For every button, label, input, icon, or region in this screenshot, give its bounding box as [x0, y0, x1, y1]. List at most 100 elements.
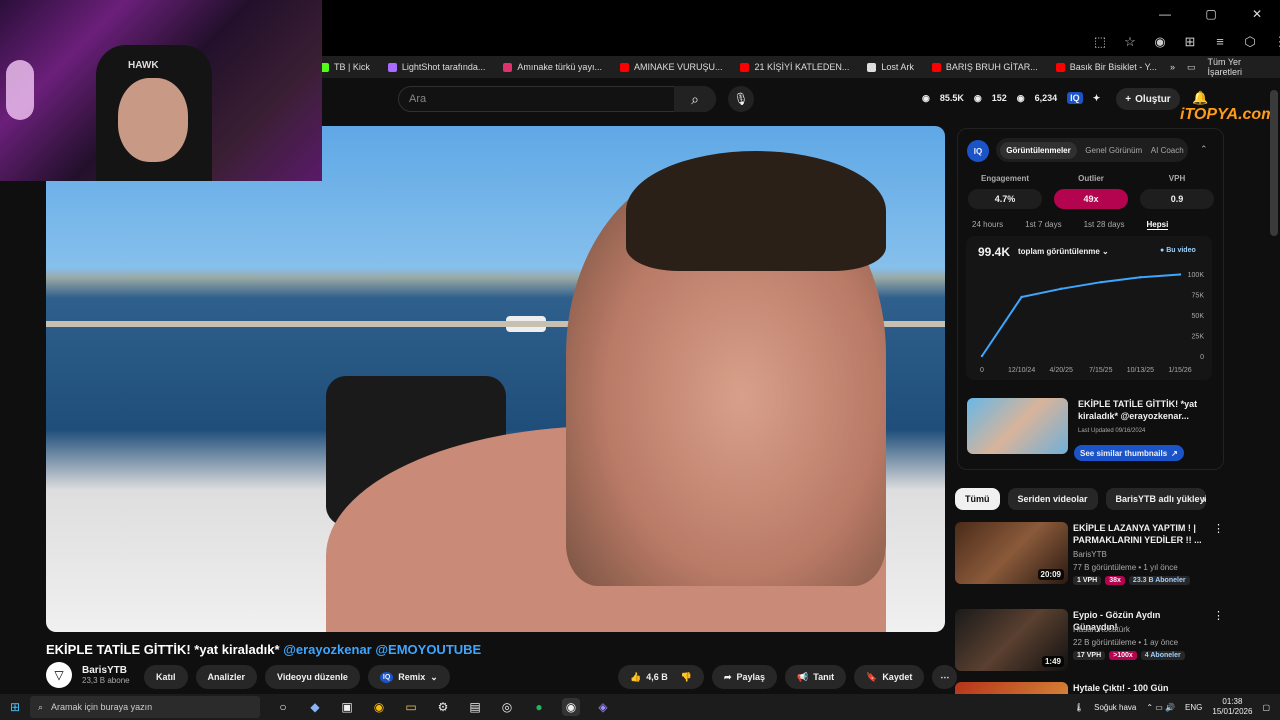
bookmark-item[interactable]: BARIŞ BRUH GİTAR...: [931, 62, 1038, 72]
channel-avatar[interactable]: ▽: [46, 662, 72, 688]
range-24h[interactable]: 24 hours: [972, 220, 1003, 230]
explorer-icon[interactable]: ▭: [402, 698, 420, 716]
bookmark-label: Amınake türkü yayı...: [517, 62, 602, 72]
more-actions-button[interactable]: ⋯: [932, 665, 958, 689]
bell-icon[interactable]: 🔔: [1192, 90, 1208, 106]
spotify-icon[interactable]: ●: [530, 698, 548, 716]
rec-meta: 22 B görüntüleme • 1 ay önce: [1073, 638, 1179, 647]
search-icon: ⌕: [691, 90, 699, 107]
language[interactable]: ENG: [1185, 703, 1202, 712]
range-7d[interactable]: 1st 7 days: [1025, 220, 1061, 230]
weather-text[interactable]: Soğuk hava: [1094, 703, 1136, 712]
video-title-tags[interactable]: @erayozkenar @EMOYOUTUBE: [283, 642, 481, 657]
bookmark-star-icon[interactable]: ☆: [1120, 34, 1140, 50]
discord-icon[interactable]: ◈: [594, 698, 612, 716]
edit-video-button[interactable]: Videoyu düzenle: [265, 665, 360, 689]
rec-thumbnail[interactable]: 20:09: [955, 522, 1068, 584]
chrome-active-icon[interactable]: ◉: [562, 698, 580, 716]
profile-icon[interactable]: ⬡: [1240, 34, 1260, 50]
more-icon[interactable]: ⋮: [1213, 609, 1224, 622]
metric-selector[interactable]: toplam görüntülenme ⌄: [1018, 247, 1109, 256]
all-bookmarks-button[interactable]: Tüm Yer İşaretleri: [1208, 57, 1270, 77]
list-item[interactable]: 20:09 EKİPLE LAZANYA YAPTIM ! | PARMAKLA…: [955, 522, 1255, 592]
thumbs-up-icon: 👍: [630, 671, 642, 682]
save-button[interactable]: 🔖 Kaydet: [854, 665, 925, 689]
task-view-icon[interactable]: ○: [274, 698, 292, 716]
menu-icon[interactable]: ⋮: [1270, 34, 1280, 50]
chip-series[interactable]: Seriden videolar: [1007, 488, 1098, 510]
close-button[interactable]: ✕: [1234, 0, 1280, 28]
game-icon[interactable]: ◎: [498, 698, 516, 716]
extension-icon[interactable]: ◉: [1150, 34, 1170, 50]
tab-ai-coach[interactable]: AI Coach: [1151, 146, 1184, 155]
voice-search-button[interactable]: 🎙: [728, 86, 754, 112]
rec-channel[interactable]: Hasan Kocatürk: [1073, 625, 1130, 634]
bookmark-item[interactable]: 21 KİŞİYİ KATLEDEN...: [740, 62, 849, 72]
tab-overview[interactable]: Genel Görünüm: [1085, 146, 1142, 155]
tab-views[interactable]: Görüntülenmeler: [1000, 141, 1077, 159]
bookmark-item[interactable]: TB | Kick: [320, 62, 370, 72]
search-button[interactable]: ⌕: [674, 86, 716, 112]
similar-thumbnails-button[interactable]: See similar thumbnails ↗: [1074, 445, 1184, 461]
list-item[interactable]: Hytale Çıktı! - 100 Gün Hayatta: [955, 682, 1255, 694]
steam-icon[interactable]: ⚙: [434, 698, 452, 716]
iq-icon[interactable]: IQ: [1067, 92, 1083, 104]
similar-label: See similar thumbnails: [1080, 448, 1168, 458]
minimize-button[interactable]: —: [1142, 0, 1188, 28]
windows-start-icon[interactable]: ⊞: [0, 700, 30, 714]
video-thumbnail[interactable]: [967, 398, 1068, 454]
video-player[interactable]: [46, 126, 945, 632]
scrollbar[interactable]: [1270, 90, 1278, 236]
rec-thumbnail[interactable]: [955, 682, 1068, 694]
like-button[interactable]: 👍 4,6 B 👎: [618, 665, 704, 689]
range-all[interactable]: Hepsi: [1146, 220, 1169, 230]
rec-channel[interactable]: BarisYTB: [1073, 550, 1107, 559]
media-icon[interactable]: ≡: [1210, 34, 1230, 50]
thumbs-down-icon[interactable]: 👎: [681, 672, 692, 683]
app-icon[interactable]: ◆: [306, 698, 324, 716]
taskbar-search[interactable]: ⌕ Aramak için buraya yazın: [30, 696, 260, 718]
bookmark-item[interactable]: AMINAKE VURUŞU...: [619, 62, 722, 72]
metric-vph-value: 0.9: [1140, 189, 1214, 209]
chip-uploader[interactable]: BarisYTB adlı yükleyi: [1105, 488, 1206, 510]
range-28d[interactable]: 1st 28 days: [1084, 220, 1125, 230]
bookmarks-more-button[interactable]: »: [1170, 62, 1175, 72]
rec-title[interactable]: Hytale Çıktı! - 100 Gün Hayatta: [1073, 682, 1203, 694]
bookmark-item[interactable]: Amınake türkü yayı...: [503, 62, 602, 72]
person-hair: [626, 151, 886, 271]
app-icon[interactable]: ▤: [466, 698, 484, 716]
list-item[interactable]: 1:49 Eypio - Gözün Aydın Günaydın! Hasan…: [955, 609, 1255, 679]
data-point: [980, 354, 984, 358]
vph-badge: 17 VPH: [1073, 651, 1106, 660]
chevron-right-icon[interactable]: ›: [1202, 492, 1206, 506]
bookmark-item[interactable]: LightShot tarafında...: [387, 62, 485, 72]
rec-thumbnail[interactable]: 1:49: [955, 609, 1068, 671]
bookmark-item[interactable]: Lost Ark: [867, 62, 914, 72]
create-button[interactable]: + Oluştur: [1116, 88, 1180, 110]
join-button[interactable]: Katıl: [144, 665, 188, 689]
maximize-button[interactable]: ▢: [1188, 0, 1234, 28]
remix-button[interactable]: IQ Remix ⌄: [367, 665, 450, 689]
lightbulb-icon[interactable]: ✦: [1093, 93, 1101, 104]
notification-icon[interactable]: ▢: [1262, 703, 1270, 712]
chevron-up-icon[interactable]: ⌃: [1200, 144, 1208, 155]
x-tick-label: 7/15/25: [1089, 367, 1112, 374]
weather-icon[interactable]: 🌡: [1074, 703, 1084, 712]
search-input[interactable]: Ara: [398, 86, 716, 112]
rec-title[interactable]: EKİPLE LAZANYA YAPTIM ! | PARMAKLARINI Y…: [1073, 522, 1203, 546]
clock[interactable]: 01:38 15/01/2026: [1212, 697, 1252, 717]
chrome-icon[interactable]: ◉: [370, 698, 388, 716]
chip-all[interactable]: Tümü: [955, 488, 1000, 510]
promote-button[interactable]: 📢 Tanıt: [785, 665, 847, 689]
more-icon[interactable]: ⋮: [1213, 522, 1224, 535]
bookmark-item[interactable]: Basık Bir Bisiklet - Y...: [1055, 62, 1157, 72]
install-icon[interactable]: ⬚: [1090, 34, 1110, 50]
bookmark-icon: [867, 62, 877, 72]
tray-icons[interactable]: ⌃ ▭ 🔊: [1146, 703, 1175, 712]
analytics-button[interactable]: Analizler: [195, 665, 258, 689]
store-icon[interactable]: ▣: [338, 698, 356, 716]
extensions-puzzle-icon[interactable]: ⊞: [1180, 34, 1200, 50]
search-icon: ⌕: [38, 701, 44, 712]
channel-name[interactable]: BarisYTB: [82, 665, 130, 676]
share-button[interactable]: ➦ Paylaş: [711, 665, 778, 689]
